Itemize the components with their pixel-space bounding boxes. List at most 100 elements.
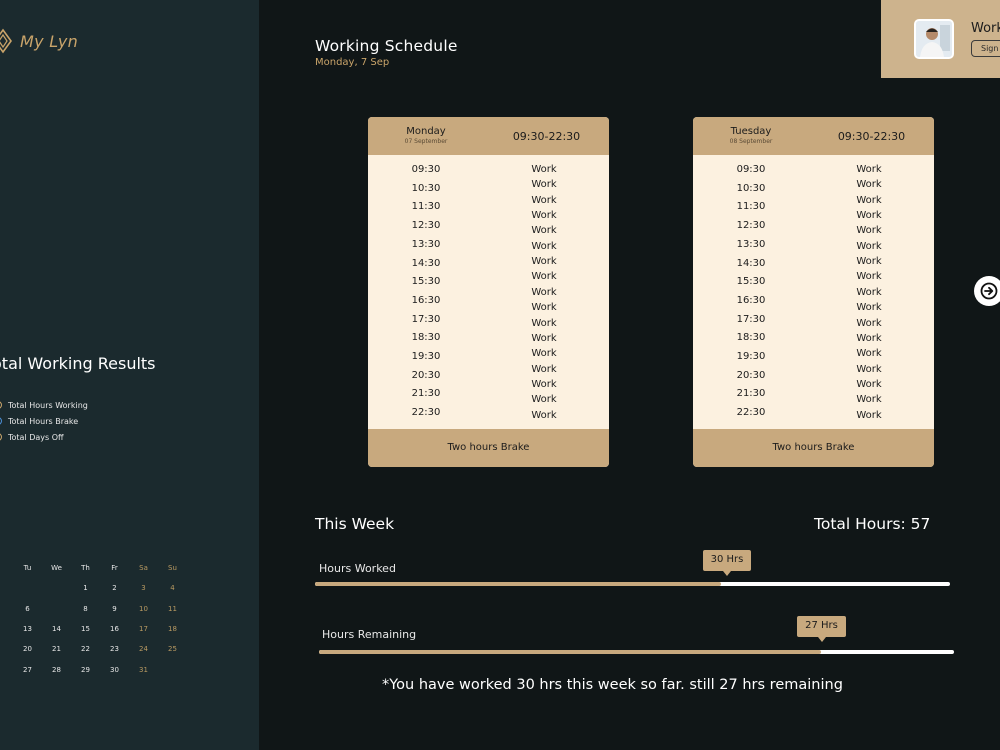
page-title: Working Schedule xyxy=(315,37,458,55)
week-title: This Week xyxy=(315,515,395,533)
calendar-day[interactable]: 11 xyxy=(158,605,187,613)
calendar-day[interactable]: 3 xyxy=(129,584,158,592)
legend-item-hours-working: Total Hours Working xyxy=(0,397,88,413)
slot-label: Work xyxy=(856,256,882,268)
slot-time: 22:30 xyxy=(411,407,441,419)
slot-time: 15:30 xyxy=(736,276,766,288)
hours-remaining-bar xyxy=(319,650,954,654)
slot-label: Work xyxy=(531,210,557,222)
next-day-button[interactable] xyxy=(974,276,1000,306)
slot-label: Work xyxy=(531,317,557,329)
legend-dot xyxy=(0,433,2,441)
logo[interactable]: My Lyn xyxy=(0,28,78,54)
slot-time: 10:30 xyxy=(411,182,441,194)
day-name: Monday xyxy=(406,126,446,137)
hours-worked-label: Hours Worked xyxy=(319,562,396,575)
sign-out-button[interactable]: Sign Out xyxy=(971,40,1000,57)
slot-time: 19:30 xyxy=(736,351,766,362)
calendar-day[interactable]: 29 xyxy=(71,666,100,674)
slot-label: Work xyxy=(531,225,557,237)
calendar-day[interactable]: 1 xyxy=(71,584,100,592)
calendar-day[interactable]: 30 xyxy=(100,666,129,674)
page-date: Monday, 7 Sep xyxy=(315,57,390,68)
profile-name: Work xyxy=(971,21,1000,36)
calendar-day[interactable]: 24 xyxy=(129,645,158,653)
slot-time: 09:30 xyxy=(736,164,766,175)
slot-label: Work xyxy=(531,302,557,314)
slot-time: 13:30 xyxy=(736,238,766,250)
avatar[interactable] xyxy=(914,19,954,59)
calendar-day[interactable]: 25 xyxy=(158,645,187,653)
slot-label: Work xyxy=(856,179,882,191)
calendar-weekday: Su xyxy=(168,564,177,573)
calendar-day[interactable]: 15 xyxy=(71,625,100,633)
logo-icon xyxy=(0,28,12,54)
results-legend: Total Hours Working Total Hours Brake To… xyxy=(0,397,88,445)
calendar-day[interactable]: 14 xyxy=(42,625,71,633)
calendar-day[interactable]: 27 xyxy=(13,666,42,674)
calendar-week-row: 1234 xyxy=(0,578,180,598)
slot-time: 11:30 xyxy=(411,201,441,213)
legend-dot xyxy=(0,417,2,425)
calendar-day[interactable]: 10 xyxy=(129,605,158,613)
day-card-tuesday: Tuesday 08 September 09:30-22:30 09:30 10… xyxy=(693,117,934,467)
calendar-day[interactable]: 28 xyxy=(42,666,71,674)
calendar-weekday: Fr xyxy=(111,564,118,573)
day-card-header: Tuesday 08 September 09:30-22:30 xyxy=(693,117,934,155)
calendar-day[interactable]: 23 xyxy=(100,645,129,653)
calendar-day[interactable]: 2 xyxy=(100,584,129,592)
mini-calendar: Tu We Th Fr Sa Su 1 2 3 4 6 8 9 10 11 13 14 15 16 17 1… xyxy=(0,558,180,680)
slot-label: Work xyxy=(856,378,882,390)
calendar-day[interactable]: 20 xyxy=(13,645,42,653)
slot-time: 12:30 xyxy=(736,220,766,232)
calendar-day[interactable]: 17 xyxy=(129,625,158,633)
legend-item-hours-brake: Total Hours Brake xyxy=(0,413,88,429)
slot-label: Work xyxy=(856,363,882,375)
day-date: 07 September xyxy=(404,138,448,145)
slot-label: Work xyxy=(856,240,882,252)
calendar-weekday-row: Tu We Th Fr Sa Su xyxy=(0,558,180,578)
calendar-day[interactable]: 16 xyxy=(100,625,129,633)
slot-label: Work xyxy=(856,164,882,175)
slot-label: Work xyxy=(856,271,882,283)
calendar-day[interactable]: 4 xyxy=(158,584,187,592)
slot-label: Work xyxy=(856,317,882,329)
calendar-week-row: 13 14 15 16 17 18 xyxy=(0,619,180,639)
hours-worked-tooltip: 30 Hrs xyxy=(703,550,751,576)
calendar-day[interactable]: 6 xyxy=(13,605,42,613)
calendar-day[interactable]: 9 xyxy=(100,605,129,613)
calendar-day[interactable]: 31 xyxy=(129,666,158,674)
slot-label: Work xyxy=(531,271,557,283)
slot-time: 15:30 xyxy=(411,276,441,288)
progress-footnote: *You have worked 30 hrs this week so far… xyxy=(382,677,843,693)
calendar-day[interactable]: 18 xyxy=(158,625,187,633)
calendar-weekday: We xyxy=(51,564,62,573)
slot-time: 21:30 xyxy=(736,388,766,400)
day-name: Tuesday xyxy=(730,126,772,137)
calendar-day[interactable]: 22 xyxy=(71,645,100,653)
calendar-day[interactable]: 21 xyxy=(42,645,71,653)
slot-time: 19:30 xyxy=(411,351,441,362)
calendar-day[interactable]: 8 xyxy=(71,605,100,613)
slot-time: 16:30 xyxy=(736,294,766,306)
slot-time: 11:30 xyxy=(736,201,766,213)
slot-time: 09:30 xyxy=(411,164,441,175)
slot-label: Work xyxy=(856,225,882,237)
calendar-day[interactable]: 13 xyxy=(13,625,42,633)
slot-time: 12:30 xyxy=(411,220,441,232)
calendar-week-row: 6 8 9 10 11 xyxy=(0,599,180,619)
slot-time: 22:30 xyxy=(736,407,766,419)
slot-label: Work xyxy=(856,210,882,222)
calendar-weekday: Sa xyxy=(139,564,148,573)
slot-time: 17:30 xyxy=(736,313,766,325)
slot-label: Work xyxy=(856,302,882,314)
logo-text: My Lyn xyxy=(20,31,79,51)
hours-remaining-label: Hours Remaining xyxy=(322,628,417,641)
avatar-image xyxy=(916,21,952,57)
slot-time: 20:30 xyxy=(736,369,766,381)
break-footer: Two hours Brake xyxy=(368,429,609,467)
calendar-weekday: Tu xyxy=(23,564,32,573)
slot-time: 14:30 xyxy=(736,257,766,269)
slot-label: Work xyxy=(531,378,557,390)
legend-label: Total Days Off xyxy=(8,432,64,442)
